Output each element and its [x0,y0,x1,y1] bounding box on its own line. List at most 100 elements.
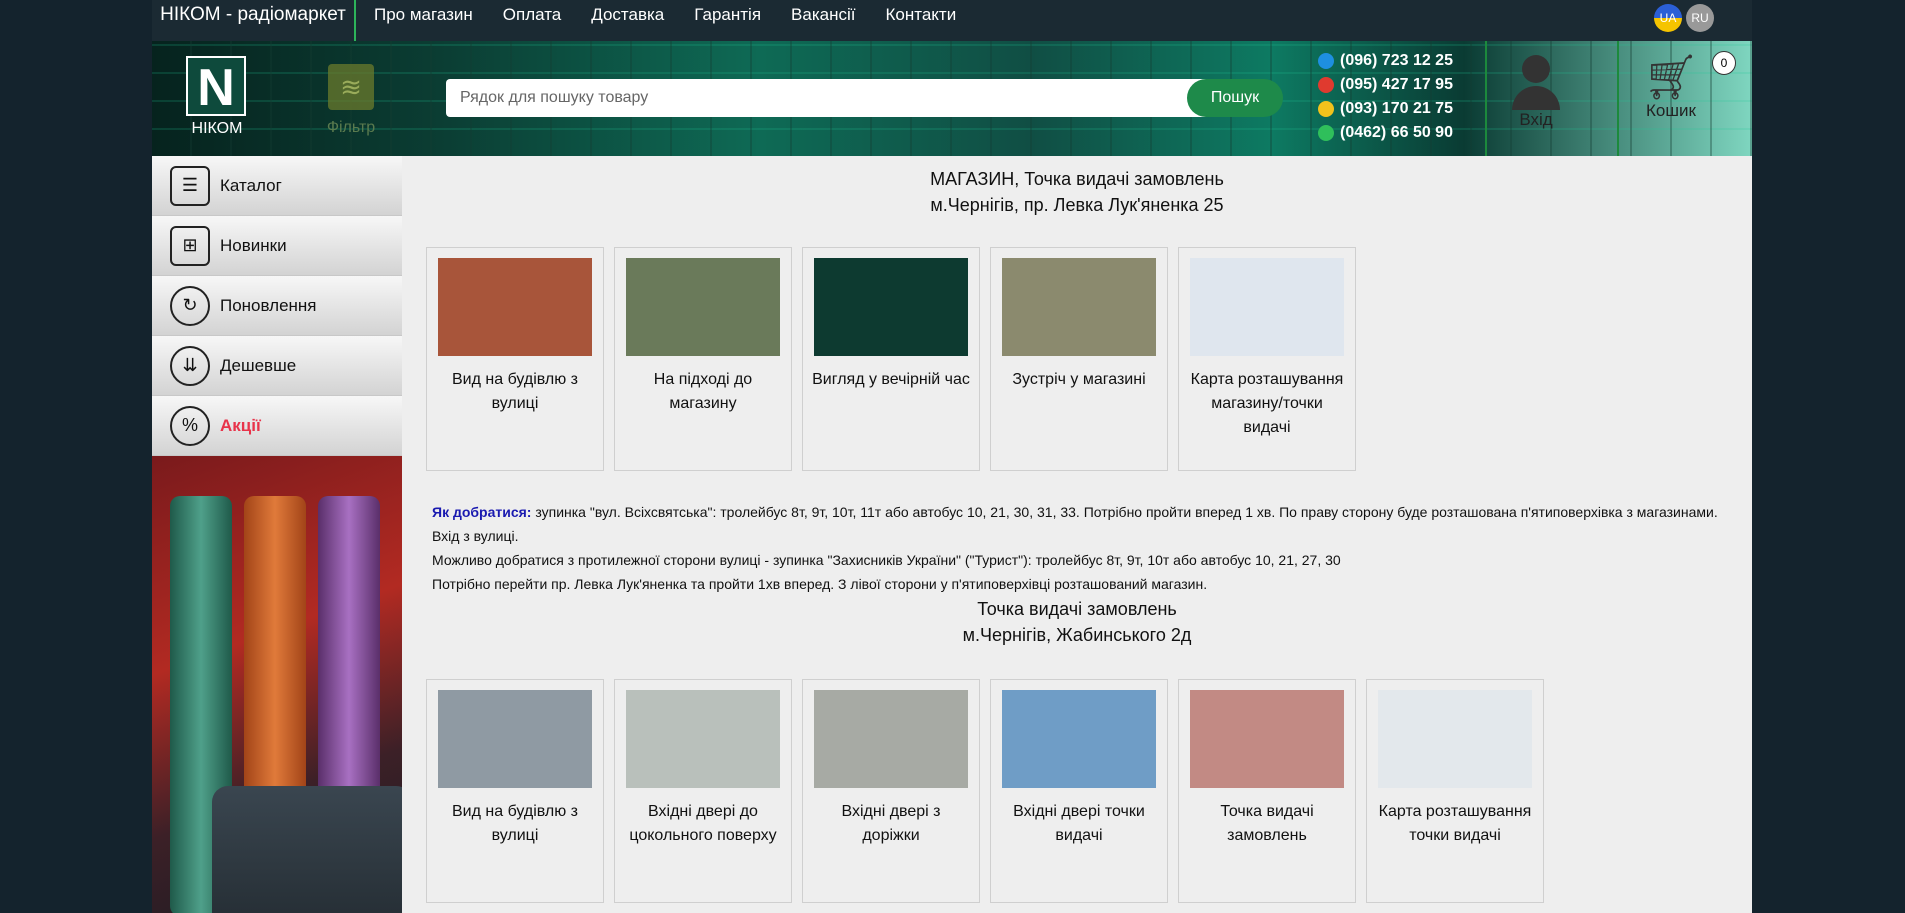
brand-link[interactable]: НІКОМ - радіомаркет [152,0,356,41]
sidebar-item-catalog[interactable]: ☰ Каталог [152,156,402,216]
photo-thumbnail [1002,690,1156,788]
photo-card[interactable]: Вигляд у вечірній час [802,247,980,471]
kyivstar-icon [1318,53,1334,69]
flashlight-banner[interactable] [152,456,402,913]
vodafone-icon [1318,77,1334,93]
filter-label[interactable]: Фільтр [318,119,384,137]
phone-number: (095) 427 17 95 [1340,76,1453,93]
store1-title-line2: м.Чернігів, пр. Левка Лук'яненка 25 [930,195,1224,215]
sidebar-item-label: Новинки [220,235,287,255]
map-thumbnail [1190,258,1344,356]
photo-thumbnail [814,690,968,788]
phone-icon [1318,125,1334,141]
nav-warranty[interactable]: Гарантія [694,0,761,30]
directions-label: Як добратися: [432,504,532,520]
login-button[interactable]: Вхід [1486,55,1586,130]
nav-payment[interactable]: Оплата [503,0,561,30]
photo-thumbnail [438,258,592,356]
catalog-icon: ☰ [170,165,210,206]
cart-label: Кошик [1646,101,1696,120]
search-button[interactable]: Пошук [1187,79,1283,117]
sidebar-item-label: Дешевше [220,355,297,375]
main-content: МАГАЗИН, Точка видачі замовлень м.Черніг… [402,156,1752,913]
store2-title: Точка видачі замовлень м.Чернігів, Жабин… [402,596,1752,648]
nav-contacts[interactable]: Контакти [886,0,957,30]
directions-line4: Потрібно перейти пр. Левка Лук'яненка та… [432,576,1208,592]
photo-caption: На підході до магазину [653,371,753,412]
sidebar-item-promotions[interactable]: % Акції [152,396,402,456]
photo-caption: Вид на будівлю з вулиці [452,371,578,412]
nav-delivery[interactable]: Доставка [591,0,664,30]
photo-thumbnail [626,690,780,788]
cart-button[interactable]: 🛒︎ Кошик [1618,55,1724,121]
percent-gear-icon: % [170,405,210,446]
photo-card[interactable]: Вхідні двері точки видачі [990,679,1168,903]
photo-card[interactable]: На підході до магазину [614,247,792,471]
sidebar-item-label: Поновлення [220,295,317,315]
lang-ru-button[interactable]: RU [1686,4,1714,32]
phone-lifecell[interactable]: (093) 170 21 75 [1318,97,1468,121]
nav-links: Про магазин Оплата Доставка Гарантія Вак… [374,0,986,30]
nav-vacancies[interactable]: Вакансії [791,0,855,30]
photo-caption: Карта розташування магазину/точки видачі [1190,371,1344,436]
sidebar-item-cheaper[interactable]: ⇊ Дешевше [152,336,402,396]
photo-card[interactable]: Карта розташування магазину/точки видачі [1178,247,1356,471]
sidebar-item-new[interactable]: ⊞ Новинки [152,216,402,276]
user-icon-body [1512,86,1560,110]
photo-card[interactable]: Точка видачі замовлень [1178,679,1356,903]
photo-thumbnail [438,690,592,788]
nav-about[interactable]: Про магазин [374,0,473,30]
photo-card[interactable]: Вид на будівлю з вулиці [426,247,604,471]
photo-thumbnail [1002,258,1156,356]
refresh-icon: ↻ [170,285,210,326]
chip-plus-icon: ⊞ [170,225,210,266]
login-label: Вхід [1519,110,1553,129]
logo-icon[interactable]: N [186,56,246,117]
photo-card[interactable]: Вхідні двері з доріжки [802,679,980,903]
top-nav: НІКОМ - радіомаркет Про магазин Оплата Д… [152,0,1752,41]
search-input[interactable] [446,79,1224,117]
photo-card[interactable]: Карта розташування точки видачі [1366,679,1544,903]
photo-card[interactable]: Вхідні двері до цокольного поверху [614,679,792,903]
cart-count-badge: 0 [1712,51,1736,75]
filter-icon[interactable]: ≋ [328,64,374,110]
sidebar: ☰ Каталог ⊞ Новинки ↻ Поновлення ⇊ Дешев… [152,156,402,456]
photo-thumbnail [814,258,968,356]
directions-line3: Можливо добратися з протилежної сторони … [432,552,1341,568]
directions-text: Як добратися: зупинка "вул. Всіхсвятська… [432,500,1732,596]
phone-landline[interactable]: (0462) 66 50 90 [1318,121,1468,145]
photo-caption: Зустріч у магазині [1012,371,1146,388]
map-thumbnail [1378,690,1532,788]
phone-vodafone[interactable]: (095) 427 17 95 [1318,73,1468,97]
lang-ua-button[interactable]: UA [1654,4,1682,32]
directions-body: зупинка "вул. Всіхсвятська": тролейбус 8… [531,504,1718,520]
phone-number: (093) 170 21 75 [1340,100,1453,117]
store2-title-line2: м.Чернігів, Жабинського 2д [962,625,1192,645]
store2-gallery: Вид на будівлю з вулиці Вхідні двері до … [426,679,1544,903]
photo-card[interactable]: Вид на будівлю з вулиці [426,679,604,903]
phone-number: (0462) 66 50 90 [1340,124,1453,141]
photo-caption: Вхідні двері з доріжки [841,803,941,844]
user-icon [1522,55,1550,83]
photo-caption: Точка видачі замовлень [1220,803,1314,844]
store1-title-line1: МАГАЗИН, Точка видачі замовлень [930,169,1224,189]
page: НІКОМ - радіомаркет Про магазин Оплата Д… [152,0,1752,913]
cart-icon: 🛒︎ [1643,53,1699,102]
cheaper-icon: ⇊ [170,345,210,386]
sidebar-item-updates[interactable]: ↻ Поновлення [152,276,402,336]
photo-card[interactable]: Зустріч у магазині [990,247,1168,471]
phone-list: (096) 723 12 25 (095) 427 17 95 (093) 17… [1318,49,1468,145]
photo-caption: Вигляд у вечірній час [812,371,970,388]
sidebar-item-label: Каталог [220,175,282,195]
photo-caption: Вхідні двері до цокольного поверху [629,803,777,844]
phone-kyivstar[interactable]: (096) 723 12 25 [1318,49,1468,73]
directions-line1: Як добратися: зупинка "вул. Всіхсвятська… [432,500,1732,524]
logo-text[interactable]: НІКОМ [182,120,252,138]
photo-thumbnail [626,258,780,356]
store1-title: МАГАЗИН, Точка видачі замовлень м.Черніг… [402,166,1752,218]
store2-title-line1: Точка видачі замовлень [977,599,1177,619]
store1-gallery: Вид на будівлю з вулиці На підході до ма… [426,247,1356,471]
photo-caption: Карта розташування точки видачі [1378,803,1532,844]
directions-line2: Вхід з вулиці. [432,528,519,544]
photo-thumbnail [1190,690,1344,788]
